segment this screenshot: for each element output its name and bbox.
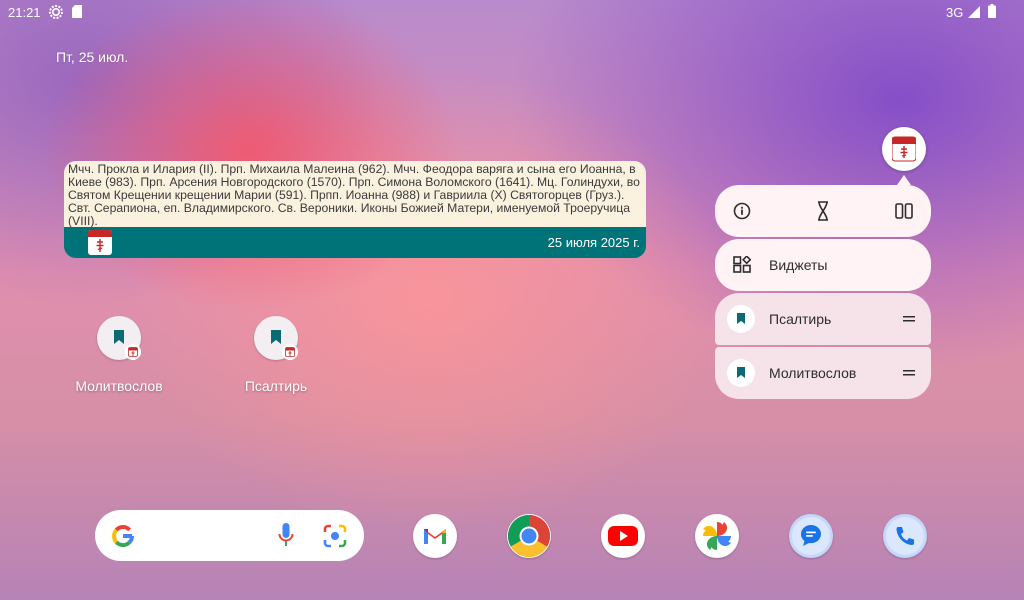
chrome-icon[interactable] [507, 514, 551, 558]
popup-item-label: Виджеты [769, 257, 828, 273]
hourglass-icon[interactable] [817, 201, 829, 221]
sd-card-icon [72, 5, 82, 18]
phone-icon[interactable] [883, 514, 927, 558]
photos-icon[interactable] [695, 514, 739, 558]
signal-icon [968, 6, 980, 18]
split-screen-icon[interactable] [895, 202, 913, 220]
home-date[interactable]: Пт, 25 июл. [56, 49, 128, 65]
calendar-widget[interactable]: Мчч. Прокла и Илария (II). Прп. Михаила … [64, 161, 646, 258]
popup-item-label: Молитвослов [769, 365, 857, 381]
youtube-icon[interactable] [601, 514, 645, 558]
app-icon-psaltir[interactable]: Псалтирь [216, 316, 336, 394]
app-icon-circle [254, 316, 298, 360]
app-icon-circle [97, 316, 141, 360]
popup-shortcut-molitvoslov[interactable]: Молитвослов [715, 347, 931, 399]
network-type: 3G [946, 5, 964, 20]
popup-caret [897, 175, 911, 185]
popup-shortcut-psaltir[interactable]: Псалтирь [715, 293, 931, 345]
drag-handle-icon[interactable] [903, 369, 915, 377]
app-label: Псалтирь [244, 378, 308, 394]
popup-item-label: Псалтирь [769, 311, 832, 327]
calendar-badge-icon [125, 344, 141, 360]
battery-icon [988, 4, 996, 18]
microphone-icon[interactable] [278, 523, 294, 551]
bookmark-icon [114, 330, 124, 344]
info-icon[interactable] [733, 202, 751, 220]
shortcut-icon-circle [727, 359, 755, 387]
app-icon-molitvoslov[interactable]: Молитвослов [59, 316, 179, 394]
status-time: 21:21 [8, 5, 41, 20]
bookmark-icon [737, 313, 745, 324]
app-label: Молитвослов [75, 378, 163, 394]
widgets-icon [733, 256, 751, 273]
drag-handle-icon[interactable] [903, 315, 915, 323]
saints-text: Мчч. Прокла и Илария (II). Прп. Михаила … [64, 161, 646, 228]
bookmark-icon [737, 367, 745, 378]
popup-widgets-item[interactable]: Виджеты [715, 239, 931, 291]
messages-icon[interactable] [789, 514, 833, 558]
gmail-icon[interactable] [413, 514, 457, 558]
gear-icon [49, 5, 63, 19]
google-g-icon [112, 525, 134, 548]
popup-actions-row [715, 185, 931, 237]
widget-footer: 25 июля 2025 г. [64, 227, 646, 258]
popup-anchor-app-icon[interactable] [882, 127, 926, 171]
orthodox-calendar-icon [88, 230, 112, 255]
google-lens-icon[interactable] [322, 523, 348, 549]
calendar-badge-icon [282, 344, 298, 360]
status-bar: 21:21 3G [0, 0, 1024, 24]
bookmark-icon [271, 330, 281, 344]
shortcut-icon-circle [727, 305, 755, 333]
widget-date: 25 июля 2025 г. [547, 235, 640, 250]
google-search-bar[interactable] [95, 510, 364, 561]
orthodox-calendar-icon [892, 136, 916, 162]
